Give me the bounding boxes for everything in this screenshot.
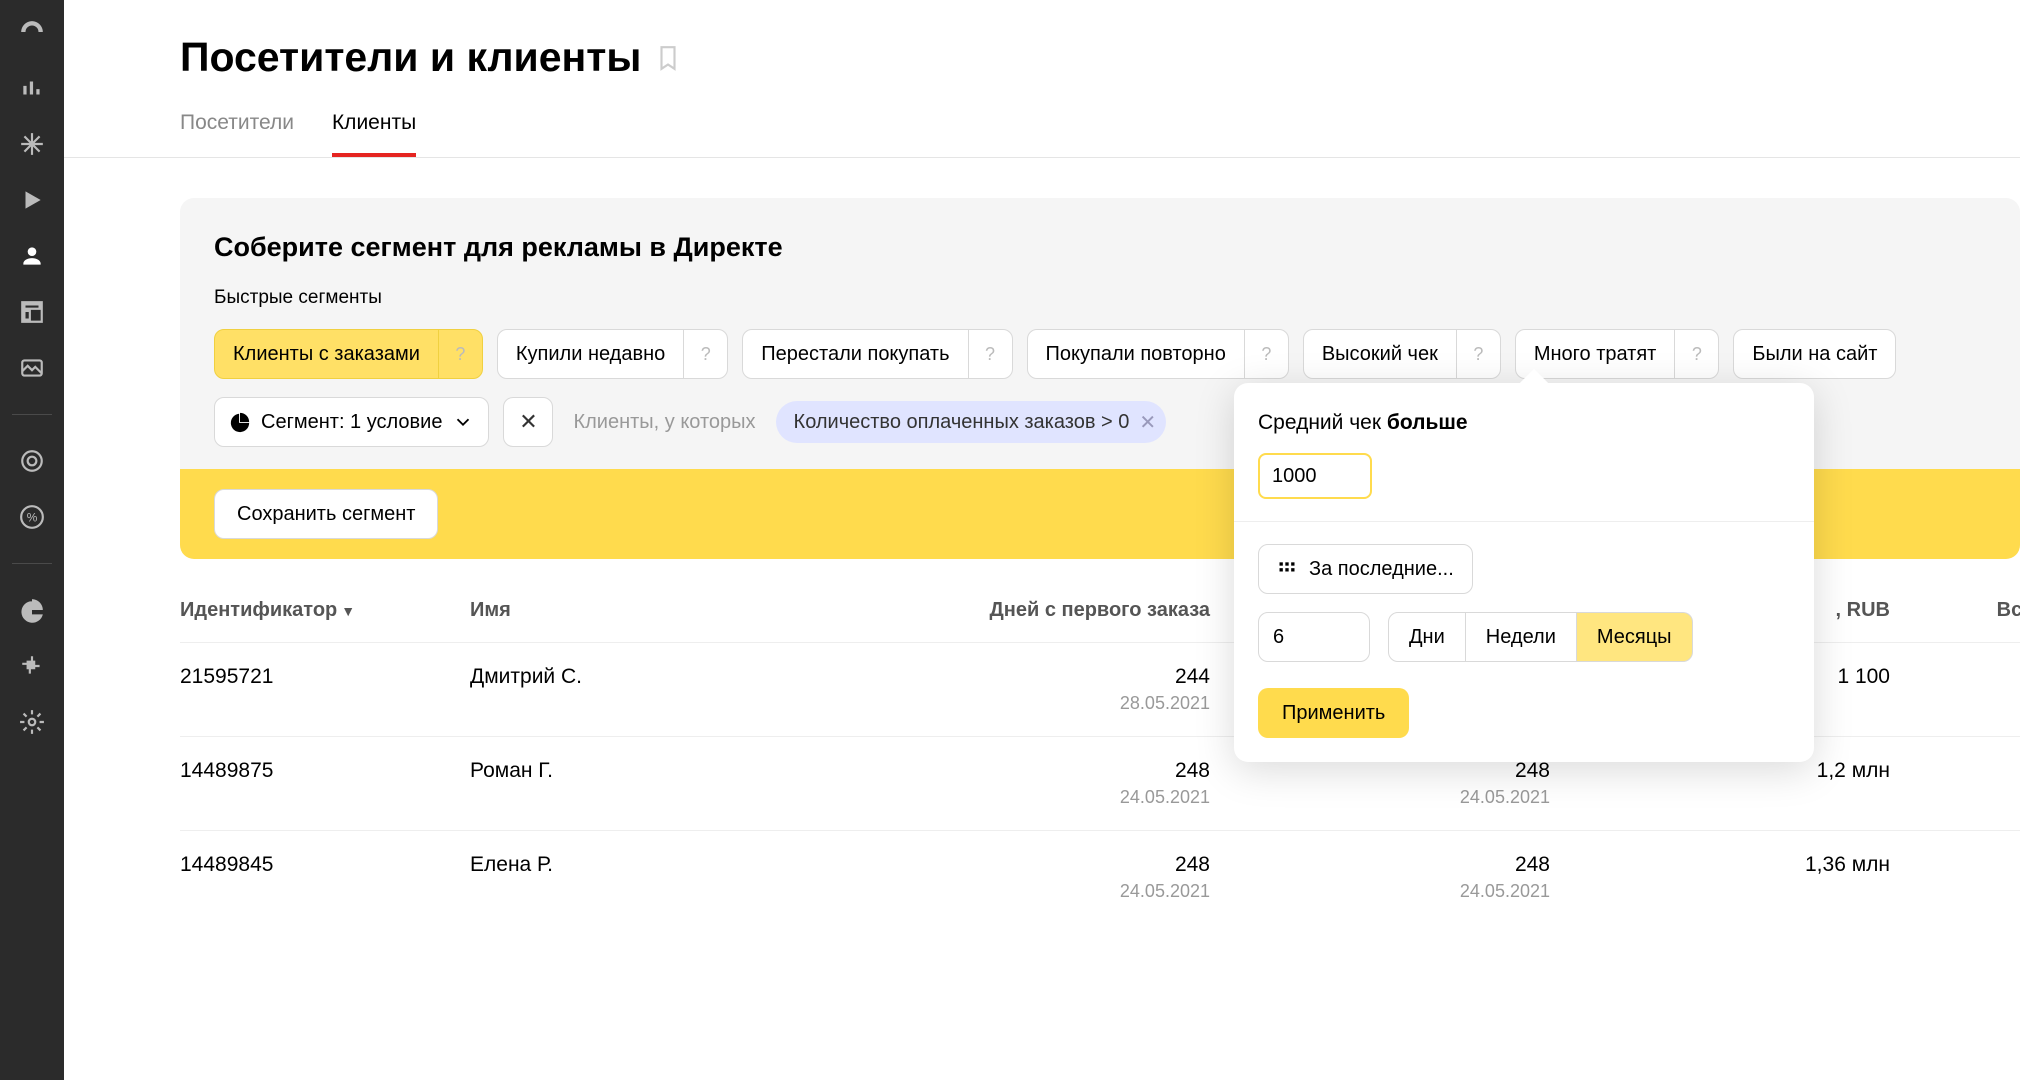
help-icon[interactable]: ?	[1244, 330, 1288, 378]
col-days-first[interactable]: Дней с первого заказа	[810, 599, 1210, 622]
segment-panel: Соберите сегмент для рекламы в Директе Б…	[180, 198, 2020, 559]
bookmark-icon[interactable]	[655, 42, 681, 74]
col-name[interactable]: Имя	[470, 599, 810, 622]
col-id[interactable]: Идентификатор▼	[180, 599, 470, 622]
chip-bought-recently[interactable]: Купили недавно ?	[497, 329, 728, 379]
cell-days2: 248 24.05.2021	[1210, 853, 1550, 902]
cell-days1: 248 24.05.2021	[810, 759, 1210, 808]
cell-id: 14489875	[180, 759, 470, 783]
nav-image-icon[interactable]	[18, 354, 46, 382]
cell-name: Дмитрий С.	[470, 665, 810, 689]
help-icon[interactable]: ?	[968, 330, 1012, 378]
tab-underline	[64, 157, 2020, 158]
filter-label: Клиенты, у которых	[573, 411, 755, 434]
nav-target-icon[interactable]	[18, 447, 46, 475]
period-value-input[interactable]	[1258, 612, 1370, 662]
chevron-down-icon	[452, 411, 474, 433]
filter-row: Сегмент: 1 условие ✕ Клиенты, у которых …	[214, 397, 2020, 447]
nav-layout-icon[interactable]	[18, 298, 46, 326]
popover-title: Средний чек больше	[1258, 411, 1790, 435]
help-icon[interactable]: ?	[1456, 330, 1500, 378]
tabs: Посетители Клиенты	[180, 111, 2020, 157]
help-icon[interactable]: ?	[438, 330, 482, 378]
apply-button[interactable]: Применить	[1258, 688, 1409, 738]
nav-puzzle-icon[interactable]	[18, 652, 46, 680]
cell-days1: 244 28.05.2021	[810, 665, 1210, 714]
help-icon[interactable]: ?	[683, 330, 727, 378]
divider	[1234, 521, 1814, 522]
cell-rub: 1,2 млн	[1550, 759, 1890, 783]
cell-days1: 248 24.05.2021	[810, 853, 1210, 902]
nav-play-icon[interactable]	[18, 186, 46, 214]
period-weeks-button[interactable]: Недели	[1466, 612, 1577, 662]
pie-icon	[229, 411, 251, 433]
table-row[interactable]: 14489845 Елена Р. 248 24.05.2021 248 24.…	[180, 830, 2020, 924]
chip-stopped-buying[interactable]: Перестали покупать ?	[742, 329, 1012, 379]
sort-desc-icon: ▼	[341, 603, 355, 619]
nav-percent-icon[interactable]: %	[18, 503, 46, 531]
filter-condition-pill[interactable]: Количество оплаченных заказов > 0 ✕	[776, 401, 1167, 443]
col-total[interactable]: Всего зак	[1890, 599, 2020, 622]
sidebar: %	[0, 0, 64, 1080]
cell-id: 14489845	[180, 853, 470, 877]
chip-high-check[interactable]: Высокий чек ?	[1303, 329, 1501, 379]
chip-big-spenders[interactable]: Много тратят ?	[1515, 329, 1719, 379]
clear-segment-button[interactable]: ✕	[503, 397, 553, 447]
sidebar-divider	[12, 414, 52, 415]
nav-settings-icon[interactable]	[18, 708, 46, 736]
nav-reports-icon[interactable]	[18, 74, 46, 102]
chip-clients-with-orders[interactable]: Клиенты с заказами ?	[214, 329, 483, 379]
cell-name: Елена Р.	[470, 853, 810, 877]
main-content: Посетители и клиенты Посетители Клиенты …	[64, 0, 2020, 1080]
period-days-button[interactable]: Дни	[1388, 612, 1466, 662]
nav-pie-icon[interactable]	[18, 596, 46, 624]
nav-snowflake-icon[interactable]	[18, 130, 46, 158]
sidebar-divider	[12, 563, 52, 564]
quick-segments-label: Быстрые сегменты	[214, 287, 2020, 309]
cell-rub: 1,36 млн	[1550, 853, 1890, 877]
tab-visitors[interactable]: Посетители	[180, 111, 294, 157]
period-months-button[interactable]: Месяцы	[1577, 612, 1693, 662]
help-icon[interactable]: ?	[1674, 330, 1718, 378]
calendar-grid-icon	[1277, 559, 1297, 579]
period-selector: Дни Недели Месяцы	[1258, 612, 1790, 662]
tab-clients[interactable]: Клиенты	[332, 111, 416, 157]
chip-repeat-buyers[interactable]: Покупали повторно ?	[1027, 329, 1289, 379]
cell-name: Роман Г.	[470, 759, 810, 783]
chip-visited-site[interactable]: Были на сайт	[1733, 329, 1896, 379]
cell-days2: 248 24.05.2021	[1210, 759, 1550, 808]
filter-popover: Средний чек больше За последние... Дни Н…	[1234, 383, 1814, 762]
quick-segment-chips: Клиенты с заказами ? Купили недавно ? Пе…	[214, 329, 2020, 379]
cell-id: 21595721	[180, 665, 470, 689]
segment-title: Соберите сегмент для рекламы в Директе	[214, 232, 2020, 263]
avg-check-input[interactable]	[1258, 453, 1372, 499]
date-range-button[interactable]: За последние...	[1258, 544, 1473, 594]
svg-text:%: %	[27, 510, 38, 524]
nav-user-icon[interactable]	[18, 242, 46, 270]
page-title: Посетители и клиенты	[180, 34, 641, 81]
remove-condition-icon[interactable]: ✕	[1139, 410, 1156, 435]
segment-conditions-button[interactable]: Сегмент: 1 условие	[214, 397, 489, 447]
nav-dashboard-icon[interactable]	[18, 18, 46, 46]
save-segment-button[interactable]: Сохранить сегмент	[214, 489, 438, 539]
